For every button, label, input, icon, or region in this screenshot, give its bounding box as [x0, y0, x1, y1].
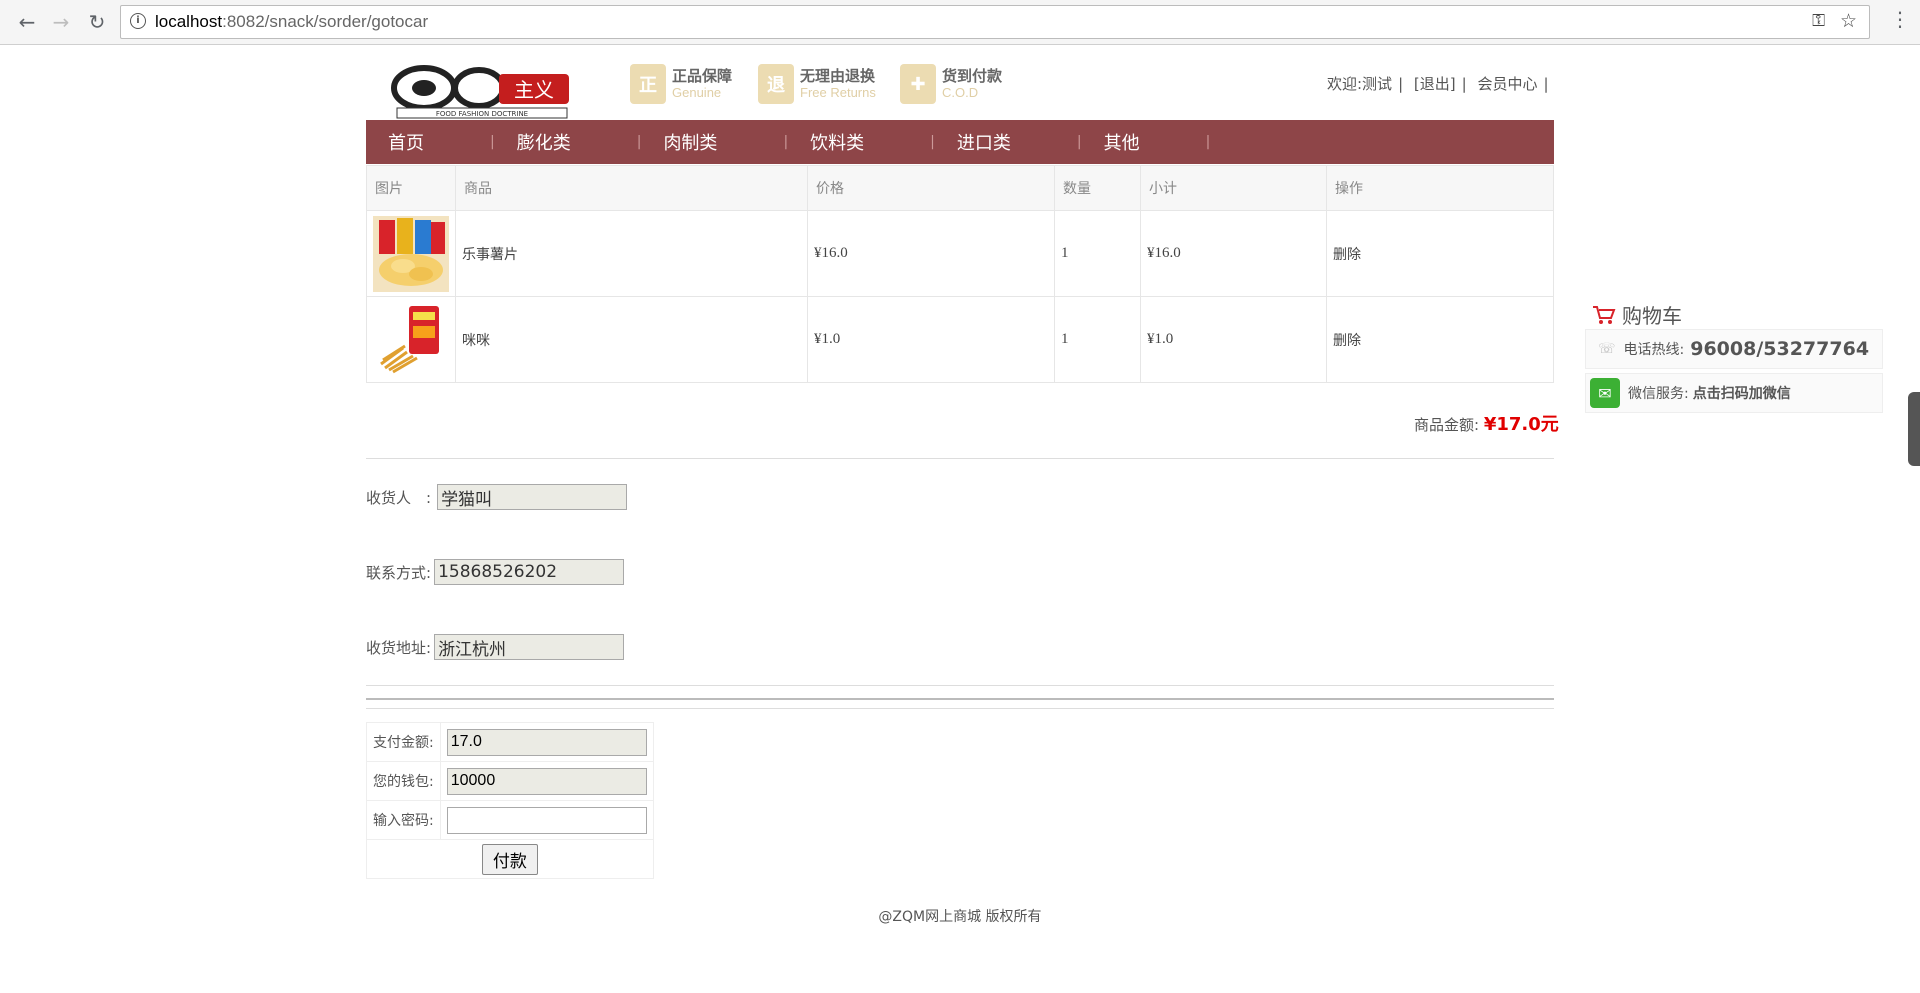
logout-link[interactable]: [退出]	[1414, 75, 1456, 93]
badge-cod: ✚ 货到付款 C.O.D	[900, 64, 1002, 104]
hotline-box: ☏ 电话热线: 96008/53277764	[1585, 329, 1883, 369]
hotline-label: 电话热线:	[1623, 342, 1685, 358]
total-amount: ¥17.0元	[1483, 414, 1559, 435]
returns-shield-icon: 退	[758, 64, 794, 104]
nav-meat[interactable]: 肉制类	[641, 129, 739, 155]
address-row: 收货地址:	[366, 634, 625, 660]
svg-text:FOOD FASHION DOCTRINE: FOOD FASHION DOCTRINE	[436, 110, 528, 118]
cart-table: 图片 商品 价格 数量 小计 操作 乐事薯片 ¥16.0 1 ¥16.0 删除	[366, 165, 1554, 383]
product-qty: 1	[1054, 210, 1141, 297]
payment-table: 支付金额: 您的钱包: 输入密码: 付款	[366, 722, 654, 879]
total-label: 商品金额:	[1414, 416, 1480, 434]
product-name[interactable]: 乐事薯片	[455, 210, 808, 297]
svg-text:主义: 主义	[514, 78, 554, 102]
reload-icon[interactable]: ↻	[82, 7, 112, 37]
pay-amount-label: 支付金额:	[366, 722, 441, 762]
phone-input[interactable]	[434, 559, 625, 585]
wechat-box[interactable]: ✉ 微信服务: 点击扫码加微信	[1585, 373, 1883, 413]
product-subtotal: ¥1.0	[1140, 296, 1327, 383]
product-subtotal: ¥16.0	[1140, 210, 1327, 297]
hotline-number: 96008/53277764	[1690, 338, 1870, 360]
phone-row: 联系方式:	[366, 559, 625, 585]
site-logo[interactable]: 主义 FOOD FASHION DOCTRINE	[389, 64, 574, 120]
nav-home[interactable]: 首页	[366, 129, 446, 155]
welcome-text: 欢迎:测试	[1327, 75, 1393, 93]
delete-link[interactable]: 删除	[1326, 296, 1554, 383]
address-bar[interactable]: i localhost:8082/snack/sorder/gotocar ⚿ …	[120, 5, 1870, 39]
cart-icon	[1593, 305, 1616, 324]
divider	[366, 708, 1554, 709]
col-image: 图片	[366, 165, 456, 211]
edge-tab[interactable]	[1908, 392, 1920, 466]
browser-menu-icon[interactable]: ⋮	[1890, 7, 1910, 31]
nav-other[interactable]: 其他	[1082, 129, 1162, 155]
wechat-label: 微信服务:	[1628, 386, 1689, 402]
receiver-label: 收货人 :	[366, 488, 432, 507]
browser-toolbar: ← → ↻ i localhost:8082/snack/sorder/goto…	[0, 0, 1920, 45]
col-price: 价格	[807, 165, 1055, 211]
receiver-input[interactable]	[437, 484, 628, 510]
nav-puffed[interactable]: 膨化类	[495, 129, 593, 155]
address-label: 收货地址:	[366, 638, 432, 657]
product-image-chips	[373, 215, 449, 292]
table-row: 咪咪 ¥1.0 1 ¥1.0 删除	[366, 296, 1554, 383]
col-qty: 数量	[1054, 165, 1141, 211]
back-icon[interactable]: ←	[12, 7, 42, 37]
key-icon[interactable]: ⚿	[1812, 11, 1825, 31]
genuine-shield-icon: 正	[630, 64, 666, 104]
wechat-icon: ✉	[1590, 378, 1620, 408]
delete-link[interactable]: 删除	[1326, 210, 1554, 297]
cart-total: 商品金额: ¥17.0元	[1414, 410, 1559, 436]
nav-drinks[interactable]: 饮料类	[788, 129, 886, 155]
user-bar: 欢迎:测试 | [退出] | 会员中心 |	[1327, 75, 1549, 93]
nav-imported[interactable]: 进口类	[935, 129, 1033, 155]
product-qty: 1	[1054, 296, 1141, 383]
gift-box-icon: ✚	[900, 64, 936, 104]
phone-label: 联系方式:	[366, 563, 432, 582]
pay-button[interactable]: 付款	[481, 843, 538, 875]
receiver-row: 收货人 :	[366, 484, 628, 510]
product-price: ¥1.0	[807, 296, 1055, 383]
bookmark-star-icon[interactable]: ☆	[1840, 10, 1857, 32]
product-image-mimi	[373, 301, 449, 378]
side-cart-title: 购物车	[1622, 304, 1682, 328]
phone-icon: ☏	[1598, 341, 1616, 357]
badge-free-returns: 退 无理由退换 Free Returns	[758, 64, 876, 104]
badge-genuine: 正 正品保障 Genuine	[630, 64, 732, 104]
password-input[interactable]	[446, 806, 647, 834]
password-label: 输入密码:	[366, 800, 441, 840]
col-product: 商品	[455, 165, 808, 211]
wallet-input[interactable]	[446, 767, 647, 795]
col-subtotal: 小计	[1140, 165, 1327, 211]
footer-copyright: @ZQM网上商城 版权所有	[878, 909, 1042, 925]
wechat-link[interactable]: 点击扫码加微信	[1693, 383, 1791, 403]
side-cart-link[interactable]: 购物车	[1592, 300, 1682, 329]
cart-header-row: 图片 商品 价格 数量 小计 操作	[366, 165, 1554, 211]
url-text[interactable]: localhost:8082/snack/sorder/gotocar	[155, 12, 428, 32]
address-input[interactable]	[434, 634, 625, 660]
main-nav: 首页 | 膨化类 | 肉制类 | 饮料类 | 进口类 | 其他 |	[366, 120, 1554, 164]
site-info-icon[interactable]: i	[130, 13, 146, 29]
table-row: 乐事薯片 ¥16.0 1 ¥16.0 删除	[366, 210, 1554, 297]
col-action: 操作	[1326, 165, 1554, 211]
pay-amount-input[interactable]	[446, 728, 647, 756]
forward-icon[interactable]: →	[46, 7, 76, 37]
divider	[366, 698, 1554, 700]
divider	[366, 458, 1554, 459]
wallet-label: 您的钱包:	[366, 761, 441, 801]
member-center-link[interactable]: 会员中心	[1477, 75, 1537, 93]
product-name[interactable]: 咪咪	[455, 296, 808, 383]
divider	[366, 685, 1554, 686]
product-price: ¥16.0	[807, 210, 1055, 297]
